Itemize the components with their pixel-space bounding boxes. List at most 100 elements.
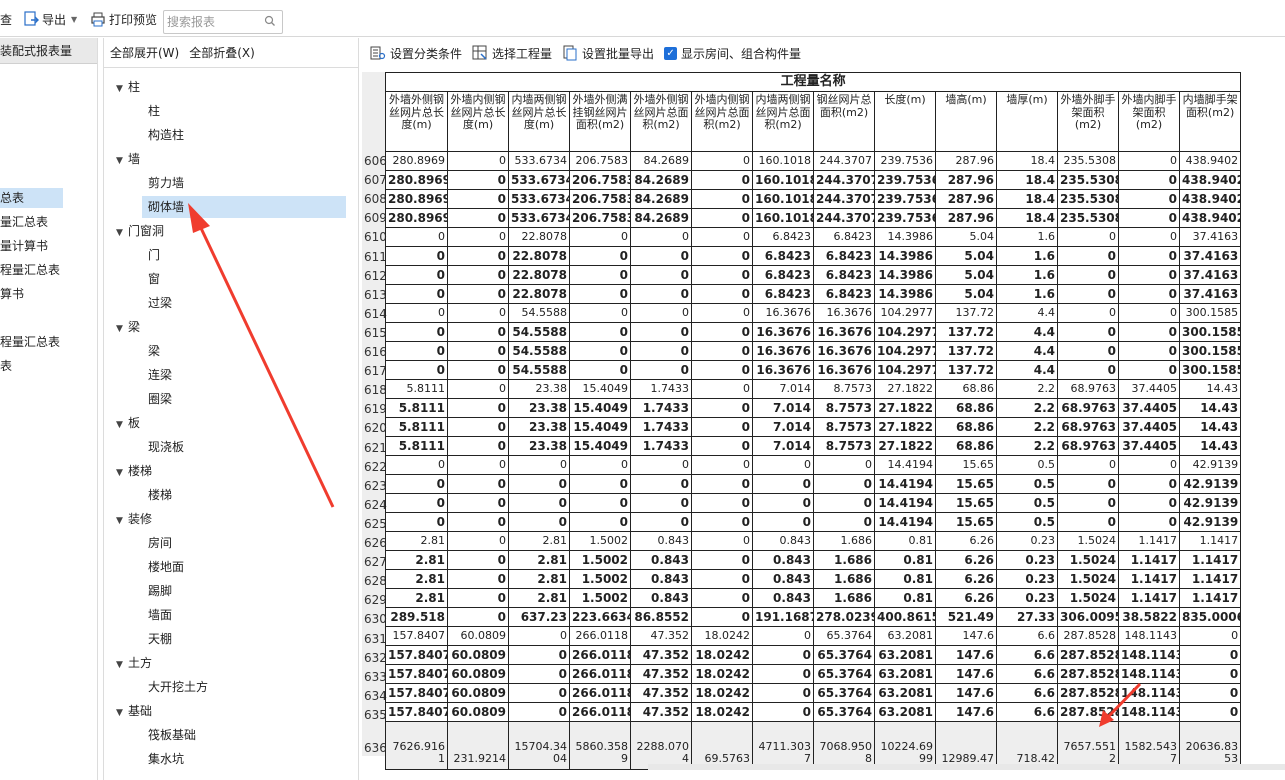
- table-cell[interactable]: 0: [752, 455, 814, 475]
- table-cell[interactable]: 0.5: [996, 493, 1058, 513]
- table-cell[interactable]: 0: [1178, 664, 1242, 684]
- table-cell[interactable]: 2.81: [385, 531, 448, 551]
- row-number[interactable]: 615: [364, 324, 387, 343]
- table-cell[interactable]: 65.3764: [813, 645, 875, 665]
- table-cell[interactable]: 0: [752, 664, 814, 684]
- table-cell[interactable]: 42.9139: [1178, 474, 1242, 494]
- table-cell[interactable]: 18.4: [996, 208, 1058, 228]
- table-cell[interactable]: 23.38: [508, 379, 570, 399]
- table-cell[interactable]: 0: [691, 170, 753, 190]
- table-cell[interactable]: 244.3707: [813, 151, 875, 171]
- column-header[interactable]: 墙高(m): [935, 91, 997, 152]
- table-cell[interactable]: 0.843: [630, 588, 692, 608]
- table-cell[interactable]: 0: [691, 284, 753, 304]
- total-cell[interactable]: 12989.47: [935, 721, 997, 770]
- table-cell[interactable]: 54.5588: [508, 341, 570, 361]
- table-cell[interactable]: 37.4405: [1118, 398, 1180, 418]
- table-cell[interactable]: 521.49: [935, 607, 997, 627]
- table-cell[interactable]: 244.3707: [813, 170, 875, 190]
- total-row[interactable]: 7626.9161 231.9214 15704.3404 5860.3589 2288…: [385, 721, 1242, 770]
- expand-all-button[interactable]: 全部展开(W): [110, 44, 179, 61]
- table-row[interactable]: 5.8111 0 23.38 15.4049 1.7433 0 7.014 8.7573 27.…: [385, 436, 1242, 456]
- tree-group[interactable]: ▼ 基础: [116, 700, 152, 722]
- row-number[interactable]: 606: [364, 152, 387, 171]
- table-cell[interactable]: 0.5: [996, 455, 1058, 475]
- table-row[interactable]: 2.81 0 2.81 1.5002 0.843 0 0.843 1.686 0.81 6.26 0…: [385, 588, 1242, 608]
- table-cell[interactable]: 0: [691, 531, 753, 551]
- table-cell[interactable]: 0: [691, 588, 753, 608]
- table-row[interactable]: 157.8407 60.0809 0 266.0118 47.352 18.0242 0 65…: [385, 702, 1242, 722]
- table-cell[interactable]: 0.843: [630, 531, 692, 551]
- table-cell[interactable]: 15.65: [935, 512, 997, 532]
- table-cell[interactable]: 2.81: [385, 588, 448, 608]
- table-cell[interactable]: 266.0118: [569, 626, 631, 646]
- table-cell[interactable]: 0: [1118, 322, 1180, 342]
- table-cell[interactable]: 104.2977: [874, 360, 936, 380]
- table-cell[interactable]: 22.8078: [508, 284, 570, 304]
- query-button[interactable]: 查: [0, 9, 12, 29]
- table-cell[interactable]: 0: [385, 303, 448, 323]
- table-cell[interactable]: 14.43: [1178, 379, 1242, 399]
- table-cell[interactable]: 0: [447, 493, 509, 513]
- table-cell[interactable]: 147.6: [935, 626, 997, 646]
- table-row[interactable]: 0 0 54.5588 0 0 0 16.3676 16.3676 104.2977 137.72…: [385, 322, 1242, 342]
- column-header[interactable]: 钢丝网片总面积(m2): [813, 91, 875, 152]
- table-cell[interactable]: 6.26: [935, 550, 997, 570]
- column-header[interactable]: 内墙两侧钢丝网片总长度(m): [508, 91, 570, 152]
- table-cell[interactable]: 2.81: [385, 550, 448, 570]
- table-cell[interactable]: 104.2977: [874, 322, 936, 342]
- table-cell[interactable]: 5.04: [935, 265, 997, 285]
- table-cell[interactable]: 22.8078: [508, 246, 570, 266]
- row-number[interactable]: 625: [364, 515, 387, 534]
- select-quantity-button[interactable]: 选择工程量: [472, 45, 552, 62]
- total-cell[interactable]: 7068.9508: [813, 721, 875, 770]
- table-cell[interactable]: 1.686: [813, 531, 875, 551]
- total-cell[interactable]: 5860.3589: [569, 721, 631, 770]
- report-category-header[interactable]: 装配式报表量: [0, 38, 97, 64]
- table-cell[interactable]: 287.8528: [1057, 645, 1119, 665]
- table-cell[interactable]: 0: [385, 512, 448, 532]
- table-cell[interactable]: 0: [630, 341, 692, 361]
- table-cell[interactable]: 148.1143: [1118, 645, 1180, 665]
- table-cell[interactable]: 0: [447, 227, 509, 247]
- table-cell[interactable]: 23.38: [508, 436, 570, 456]
- table-cell[interactable]: 0: [447, 455, 509, 475]
- table-cell[interactable]: 266.0118: [569, 645, 631, 665]
- table-row[interactable]: 5.8111 0 23.38 15.4049 1.7433 0 7.014 8.7573 27.…: [385, 398, 1242, 418]
- row-number[interactable]: 633: [364, 668, 387, 687]
- table-cell[interactable]: 0: [447, 379, 509, 399]
- tree-group[interactable]: ▼ 土方: [116, 652, 152, 674]
- set-category-button[interactable]: 设置分类条件: [370, 45, 462, 62]
- total-cell[interactable]: 15704.3404: [508, 721, 570, 770]
- row-number[interactable]: 636: [364, 739, 387, 758]
- table-cell[interactable]: 637.23: [508, 607, 570, 627]
- row-number[interactable]: 631: [364, 630, 387, 649]
- table-cell[interactable]: 0.23: [996, 569, 1058, 589]
- table-cell[interactable]: 0: [385, 360, 448, 380]
- table-cell[interactable]: 1.1417: [1118, 569, 1180, 589]
- table-cell[interactable]: 27.1822: [874, 379, 936, 399]
- table-cell[interactable]: 0: [447, 588, 509, 608]
- row-number[interactable]: 620: [364, 419, 387, 438]
- row-number[interactable]: 609: [364, 209, 387, 228]
- table-cell[interactable]: 300.1585: [1178, 303, 1242, 323]
- table-cell[interactable]: 2.2: [996, 436, 1058, 456]
- table-cell[interactable]: 1.686: [813, 550, 875, 570]
- chevron-down-icon[interactable]: ▼: [116, 414, 128, 436]
- tree-item[interactable]: 楼地面: [142, 556, 184, 578]
- tree-item[interactable]: 墙面: [142, 604, 172, 626]
- report-item[interactable]: 量汇总表: [0, 212, 63, 232]
- table-cell[interactable]: 137.72: [935, 322, 997, 342]
- table-cell[interactable]: 47.352: [630, 683, 692, 703]
- table-cell[interactable]: 0: [447, 531, 509, 551]
- row-number[interactable]: 630: [364, 610, 387, 629]
- table-cell[interactable]: 37.4405: [1118, 417, 1180, 437]
- table-cell[interactable]: 438.9402: [1178, 189, 1242, 209]
- row-number[interactable]: 622: [364, 458, 387, 477]
- table-cell[interactable]: 0: [447, 170, 509, 190]
- table-cell[interactable]: 0: [447, 151, 509, 171]
- table-cell[interactable]: 6.6: [996, 626, 1058, 646]
- total-cell[interactable]: 7626.9161: [385, 721, 448, 770]
- table-cell[interactable]: 14.3986: [874, 227, 936, 247]
- table-cell[interactable]: 60.0809: [447, 645, 509, 665]
